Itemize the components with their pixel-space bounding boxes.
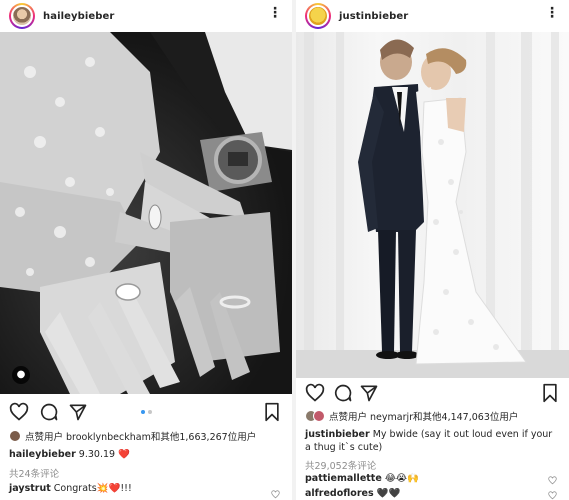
- comment-text: 😂😭🙌: [384, 473, 419, 484]
- comment-like-heart-icon[interactable]: [271, 490, 280, 499]
- liked-by[interactable]: 点赞用户 brooklynbeckham和其他1,663,267位用户: [9, 429, 292, 443]
- post-header: justinbieber ⋮: [296, 0, 569, 32]
- comment-row: alfredoflores 🖤🖤: [305, 488, 400, 499]
- view-comments-link[interactable]: 共24条评论: [9, 466, 59, 480]
- caption-username[interactable]: haileybieber: [9, 449, 76, 460]
- caption: haileybieber 9.30.19 ❤️: [9, 449, 130, 460]
- comment-like-heart-icon[interactable]: [548, 476, 557, 485]
- comment-like-heart-icon[interactable]: [548, 491, 557, 500]
- comment-text: Congrats💥❤️!!!: [53, 483, 132, 494]
- post-haileybieber: haileybieber ⋮ ● 点赞用户 brooklynbeckham和其他…: [0, 0, 292, 500]
- post-actions: [0, 402, 292, 426]
- caption-emoji: ❤️: [118, 449, 130, 460]
- post-actions: [296, 383, 569, 407]
- post-photo[interactable]: [296, 32, 569, 378]
- liker-avatar: [313, 410, 325, 422]
- comment-row: pattiemallette 😂😭🙌: [305, 473, 419, 484]
- post-justinbieber: justinbieber ⋮ 点赞用户 neymarjr和其他4,147,063…: [296, 0, 569, 500]
- more-icon[interactable]: ⋮: [545, 6, 559, 20]
- liked-by-text: 点赞用户 neymarjr和其他4,147,063位用户: [329, 412, 519, 423]
- more-icon[interactable]: ⋮: [268, 6, 282, 20]
- comment-row: jaystrut Congrats💥❤️!!!: [9, 483, 132, 494]
- share-icon[interactable]: [359, 383, 379, 403]
- comment-username[interactable]: jaystrut: [9, 483, 51, 494]
- liker-avatars: [305, 410, 325, 422]
- user-tag-icon[interactable]: ●: [12, 366, 30, 384]
- heart-icon[interactable]: [305, 383, 325, 403]
- carousel-dots: [141, 410, 152, 414]
- comment-icon[interactable]: [39, 402, 59, 422]
- heart-icon[interactable]: [9, 402, 29, 422]
- liked-by[interactable]: 点赞用户 neymarjr和其他4,147,063位用户: [305, 409, 569, 423]
- share-icon[interactable]: [68, 402, 88, 422]
- liked-by-text: 点赞用户 brooklynbeckham和其他1,663,267位用户: [25, 432, 257, 443]
- post-username[interactable]: haileybieber: [43, 11, 114, 22]
- couple-photo: [296, 32, 569, 378]
- comment-username[interactable]: pattiemallette: [305, 473, 382, 484]
- post-username[interactable]: justinbieber: [339, 11, 408, 22]
- caption-username[interactable]: justinbieber: [305, 429, 370, 440]
- comment-username[interactable]: alfredoflores: [305, 488, 374, 499]
- comment-text: 🖤🖤: [376, 488, 401, 499]
- avatar[interactable]: [9, 3, 35, 29]
- caption: justinbieber My bwide (say it out loud e…: [305, 428, 555, 454]
- avatar[interactable]: [305, 3, 331, 29]
- view-comments-link[interactable]: 共29,052条评论: [305, 458, 376, 472]
- bookmark-icon[interactable]: [540, 383, 560, 403]
- liker-avatar: [9, 430, 21, 442]
- carousel-dot: [141, 410, 145, 414]
- post-header: haileybieber ⋮: [0, 0, 292, 32]
- post-photo[interactable]: ●: [0, 32, 292, 394]
- bookmark-icon[interactable]: [262, 402, 282, 422]
- carousel-dot: [148, 410, 152, 414]
- caption-text: 9.30.19: [78, 449, 116, 460]
- hands-rings-photo: [0, 32, 292, 394]
- comment-icon[interactable]: [333, 383, 353, 403]
